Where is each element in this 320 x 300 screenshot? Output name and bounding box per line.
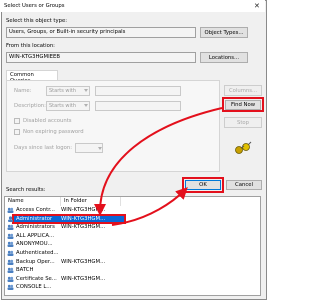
row-name: ANONYMOU...: [16, 241, 53, 248]
object-type-label: Select this object type:: [6, 18, 67, 24]
location-label: From this location:: [6, 43, 55, 49]
row-name: ALL APPLICA...: [16, 232, 55, 239]
stop-button[interactable]: Stop: [224, 117, 262, 128]
cancel-button[interactable]: Cancel: [226, 180, 262, 190]
row-name: CONSOLE L...: [16, 284, 52, 291]
description-input[interactable]: [95, 101, 181, 111]
name-label: Name:: [14, 88, 32, 94]
column-header-name[interactable]: Name: [5, 197, 61, 206]
table-row[interactable]: Administrator WIN-KTG3HGM...: [8, 213, 126, 225]
tab-common-queries[interactable]: Common Queries: [6, 70, 58, 84]
row-name: Administrators: [16, 224, 55, 231]
object-type-field: Users, Groups, or Built-in security prin…: [6, 27, 196, 38]
row-folder: WIN-KTG3HGM...: [61, 215, 106, 222]
row-folder: WIN-KTG3HGM...: [61, 207, 106, 213]
group-icon: [7, 284, 14, 291]
group-icon: [7, 259, 14, 265]
column-header-in-folder[interactable]: In Folder: [61, 197, 121, 206]
table-row[interactable]: Authenticated...: [5, 249, 260, 258]
chevron-down-icon: [84, 89, 88, 92]
row-name: Certificate Se...: [16, 275, 57, 282]
location-field: WIN-KTG3HGMIEEB: [6, 52, 196, 63]
row-folder: WIN-KTG3HGM...: [61, 224, 106, 231]
search-icon: [235, 141, 252, 154]
group-icon: [7, 250, 14, 256]
row-name: Administrator: [16, 215, 53, 222]
row-folder: WIN-KTG3HGM...: [61, 258, 106, 265]
group-icon: [7, 207, 14, 213]
table-row[interactable]: Administrators WIN-KTG3HGM...: [5, 223, 260, 232]
dialog-title: Select Users or Groups: [4, 3, 65, 9]
row-name: Authenticated...: [16, 250, 59, 256]
ok-button[interactable]: OK: [185, 180, 221, 190]
table-row[interactable]: Backup Oper... WIN-KTG3HGM...: [5, 258, 260, 267]
columns-button[interactable]: Columns...: [224, 85, 262, 96]
table-row[interactable]: BATCH: [5, 266, 260, 275]
days-since-logon-label: Days since last logon:: [14, 145, 73, 151]
chevron-down-icon: [98, 147, 102, 150]
table-row[interactable]: Certificate Se... WIN-KTG3HGM...: [5, 275, 260, 284]
non-expiring-password-label: Non expiring password: [23, 129, 84, 135]
row-folder: WIN-KTG3HGM...: [61, 275, 106, 282]
row-name: Access Contr...: [16, 207, 55, 213]
group-icon: [7, 241, 14, 248]
group-icon: [7, 267, 14, 274]
group-icon: [7, 224, 14, 231]
disabled-accounts-checkbox[interactable]: [14, 118, 20, 124]
table-row[interactable]: ALL APPLICA...: [5, 232, 260, 241]
table-row[interactable]: Access Contr... WIN-KTG3HGM...: [5, 206, 260, 215]
user-icon: [7, 215, 14, 222]
search-results-list[interactable]: Name In Folder Access Contr... WIN-KTG3HG…: [4, 196, 261, 296]
group-icon: [7, 276, 14, 282]
description-label: Description:: [14, 103, 46, 109]
table-row[interactable]: ANONYMOU...: [5, 240, 260, 249]
disabled-accounts-label: Disabled accounts: [23, 118, 72, 124]
row-name: Backup Oper...: [16, 258, 55, 265]
close-icon[interactable]: ✕: [254, 2, 260, 10]
name-input[interactable]: [95, 86, 181, 96]
table-row[interactable]: CONSOLE L...: [5, 283, 260, 292]
object-types-button[interactable]: Object Types...: [200, 27, 248, 38]
search-results-label: Search results:: [6, 187, 46, 193]
row-name: BATCH: [16, 267, 34, 274]
locations-button[interactable]: Locations...: [200, 52, 248, 63]
find-now-button[interactable]: Find Now: [225, 100, 261, 110]
chevron-down-icon: [84, 104, 88, 107]
group-icon: [7, 233, 14, 239]
non-expiring-password-checkbox[interactable]: [14, 129, 20, 135]
